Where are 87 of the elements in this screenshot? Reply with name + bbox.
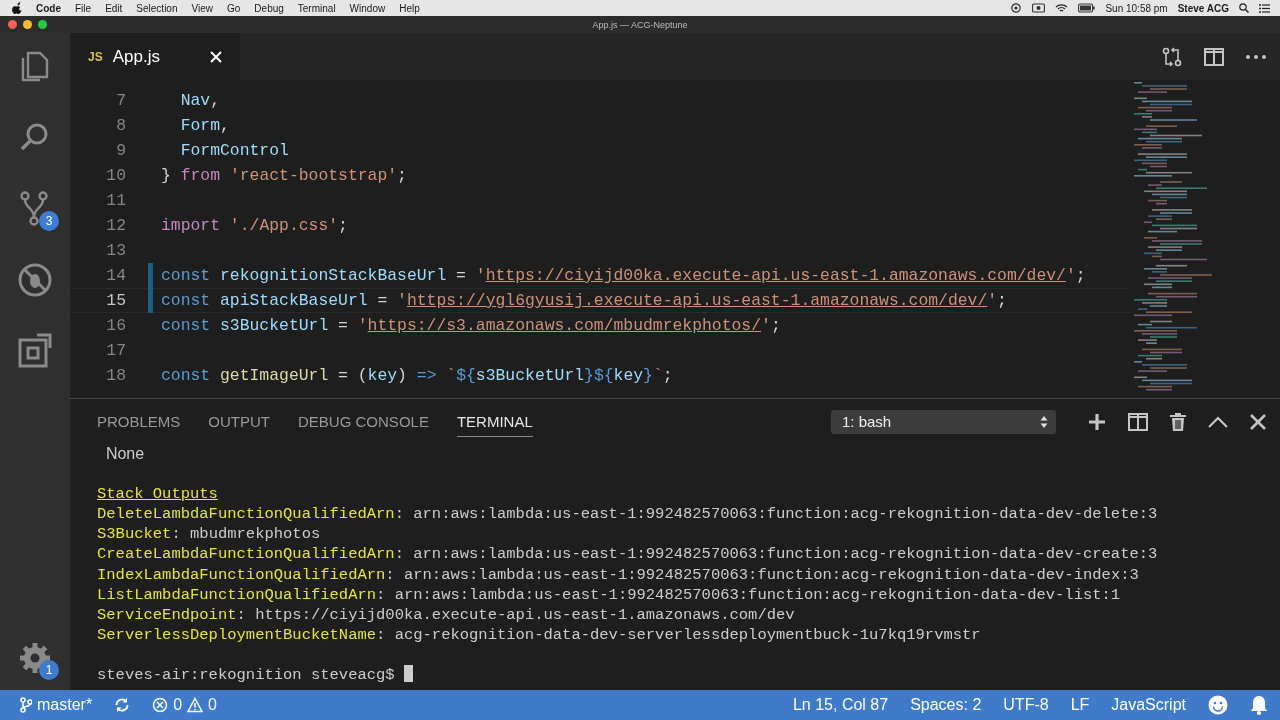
line-number: 11 xyxy=(105,191,126,210)
status-item[interactable]: Spaces: 2 xyxy=(910,696,982,714)
terminal-line: S3Bucket: mbudmrekphotos xyxy=(97,525,321,544)
status-item[interactable]: Ln 15, Col 87 xyxy=(792,696,889,714)
plus-icon[interactable] xyxy=(1088,412,1106,431)
status-item[interactable]: UTF-8 xyxy=(1003,696,1049,714)
line-number: 15 xyxy=(105,291,126,310)
compare-changes-icon[interactable] xyxy=(1162,46,1182,67)
terminal-select[interactable]: 1: bash xyxy=(831,409,1056,434)
code-line: const s3BucketUrl = 'https://s3.amazonaws.com/mbudmrekphotos/'; xyxy=(161,316,781,335)
terminal-line: Stack Outputs xyxy=(97,485,218,504)
terminal-line: DeleteLambdaFunctionQualifiedArn: arn:aws:lambda:us-east-1:992482570063:function:acg-rekognition-data-dev-delete:3 xyxy=(97,505,1158,524)
code-line: FormControl xyxy=(179,141,289,160)
trash-icon[interactable] xyxy=(1170,412,1186,431)
list-icon[interactable] xyxy=(1259,3,1270,13)
count-badge: 3 xyxy=(39,211,59,231)
menu-item[interactable]: Window xyxy=(349,2,386,14)
code-line: const getImageUrl = (key) => `${s3BucketUrl}${key}`; xyxy=(161,366,673,385)
tab-label: App.js xyxy=(112,46,161,67)
panel-tab[interactable]: DEBUG CONSOLE xyxy=(298,406,429,437)
file-type-label: JS xyxy=(88,49,103,64)
user-name[interactable]: Steve ACG xyxy=(1177,2,1229,14)
line-number: 18 xyxy=(105,366,126,385)
code-line: Form, xyxy=(179,116,230,135)
terminal-prompt: steves-air:rekognition steveacg$ xyxy=(97,666,395,685)
code-line: Nav, xyxy=(179,91,221,110)
menu-item[interactable]: Help xyxy=(399,2,420,14)
line-number: 13 xyxy=(105,241,126,260)
menu-item[interactable]: Go xyxy=(227,2,241,14)
panel-tab[interactable]: PROBLEMS xyxy=(97,406,181,437)
smiley-icon[interactable] xyxy=(1208,695,1228,715)
line-number: 17 xyxy=(105,341,126,360)
bell-icon[interactable] xyxy=(1250,695,1268,715)
terminal-line: IndexLambdaFunctionQualifiedArn: arn:aws:lambda:us-east-1:992482570063:function:acg-rekognition-data-dev-index:3 xyxy=(97,565,1139,584)
status-item[interactable]: JavaScript xyxy=(1111,696,1186,714)
line-number: 12 xyxy=(105,216,126,235)
menu-item[interactable]: View xyxy=(191,2,213,14)
zoom-button[interactable] xyxy=(38,20,47,29)
menu-item[interactable]: File xyxy=(75,2,92,14)
wifi-icon[interactable] xyxy=(1055,3,1069,13)
menu-clock[interactable]: Sun 10:58 pm xyxy=(1105,2,1168,14)
code-line: import './App.css'; xyxy=(161,216,348,235)
text-cursor xyxy=(403,665,413,683)
terminal-line: CreateLambdaFunctionQualifiedArn: arn:aws:lambda:us-east-1:992482570063:function:acg-rekognition-data-dev-create:3 xyxy=(97,545,1158,564)
panel-tab[interactable]: OUTPUT xyxy=(208,406,271,437)
minimize-button[interactable] xyxy=(23,20,32,29)
line-number: 16 xyxy=(105,316,126,335)
terminal-line: ServerlessDeploymentBucketName: acg-rekognition-data-dev-serverlessdeploymentbuck-1u7kq19rvmstr xyxy=(97,625,981,644)
code-line: } from 'react-bootstrap'; xyxy=(161,166,407,185)
app-menu[interactable]: Code xyxy=(36,2,61,14)
code-line: const rekognitionStackBaseUrl = 'https://ciyijd00ka.execute-api.us-east-1.amazonaws.com/dev/'; xyxy=(161,266,1086,285)
chevron-up-icon[interactable] xyxy=(1208,415,1228,428)
code-line: const apiStackBaseUrl = 'https://ygl6gyusij.execute-api.us-east-1.amazonaws.com/dev/'; xyxy=(161,291,1007,310)
line-number: 10 xyxy=(105,166,126,185)
terminal-line: None xyxy=(104,446,145,464)
menu-item[interactable]: Edit xyxy=(105,2,123,14)
line-number: 14 xyxy=(105,266,126,285)
line-number: 7 xyxy=(115,91,126,110)
editor-tab[interactable]: JS App.js xyxy=(70,33,240,80)
more-icon[interactable] xyxy=(1246,54,1266,59)
sync-icon[interactable] xyxy=(114,697,131,713)
count-badge: 1 xyxy=(39,660,59,680)
warning-icon[interactable] xyxy=(187,697,204,713)
error-count[interactable]: 0 xyxy=(173,696,183,714)
close-button[interactable] xyxy=(8,20,17,29)
window-title: App.js — ACG-Neptune xyxy=(592,19,688,30)
battery-icon[interactable] xyxy=(1078,3,1096,13)
terminal-line: ServiceEndpoint: https://ciyijd00ka.execute-api.us-east-1.amazonaws.com/dev xyxy=(97,605,795,624)
error-icon[interactable] xyxy=(152,697,169,713)
split-editor-icon[interactable] xyxy=(1204,47,1224,66)
menu-item[interactable]: Terminal xyxy=(297,2,336,14)
warning-count[interactable]: 0 xyxy=(208,696,217,714)
branch-name[interactable]: master* xyxy=(37,696,93,714)
status-item[interactable]: LF xyxy=(1070,696,1090,714)
close-icon[interactable] xyxy=(1250,413,1266,430)
panel-tab[interactable]: TERMINAL xyxy=(456,406,533,437)
updown-icon xyxy=(1040,414,1048,429)
terminal-line: ListLambdaFunctionQualifiedArn: arn:aws:lambda:us-east-1:992482570063:function:acg-rekognition-data-dev-list:1 xyxy=(97,585,1121,604)
split-terminal-icon[interactable] xyxy=(1128,412,1148,431)
screen-record-icon[interactable] xyxy=(1032,3,1046,13)
search-icon[interactable] xyxy=(1239,3,1249,13)
line-number: 8 xyxy=(115,116,126,135)
menu-item[interactable]: Selection xyxy=(136,2,178,14)
branch-icon xyxy=(20,697,32,713)
menu-item[interactable]: Debug xyxy=(254,2,284,14)
line-number: 9 xyxy=(115,141,126,160)
apple-icon[interactable] xyxy=(12,2,22,14)
